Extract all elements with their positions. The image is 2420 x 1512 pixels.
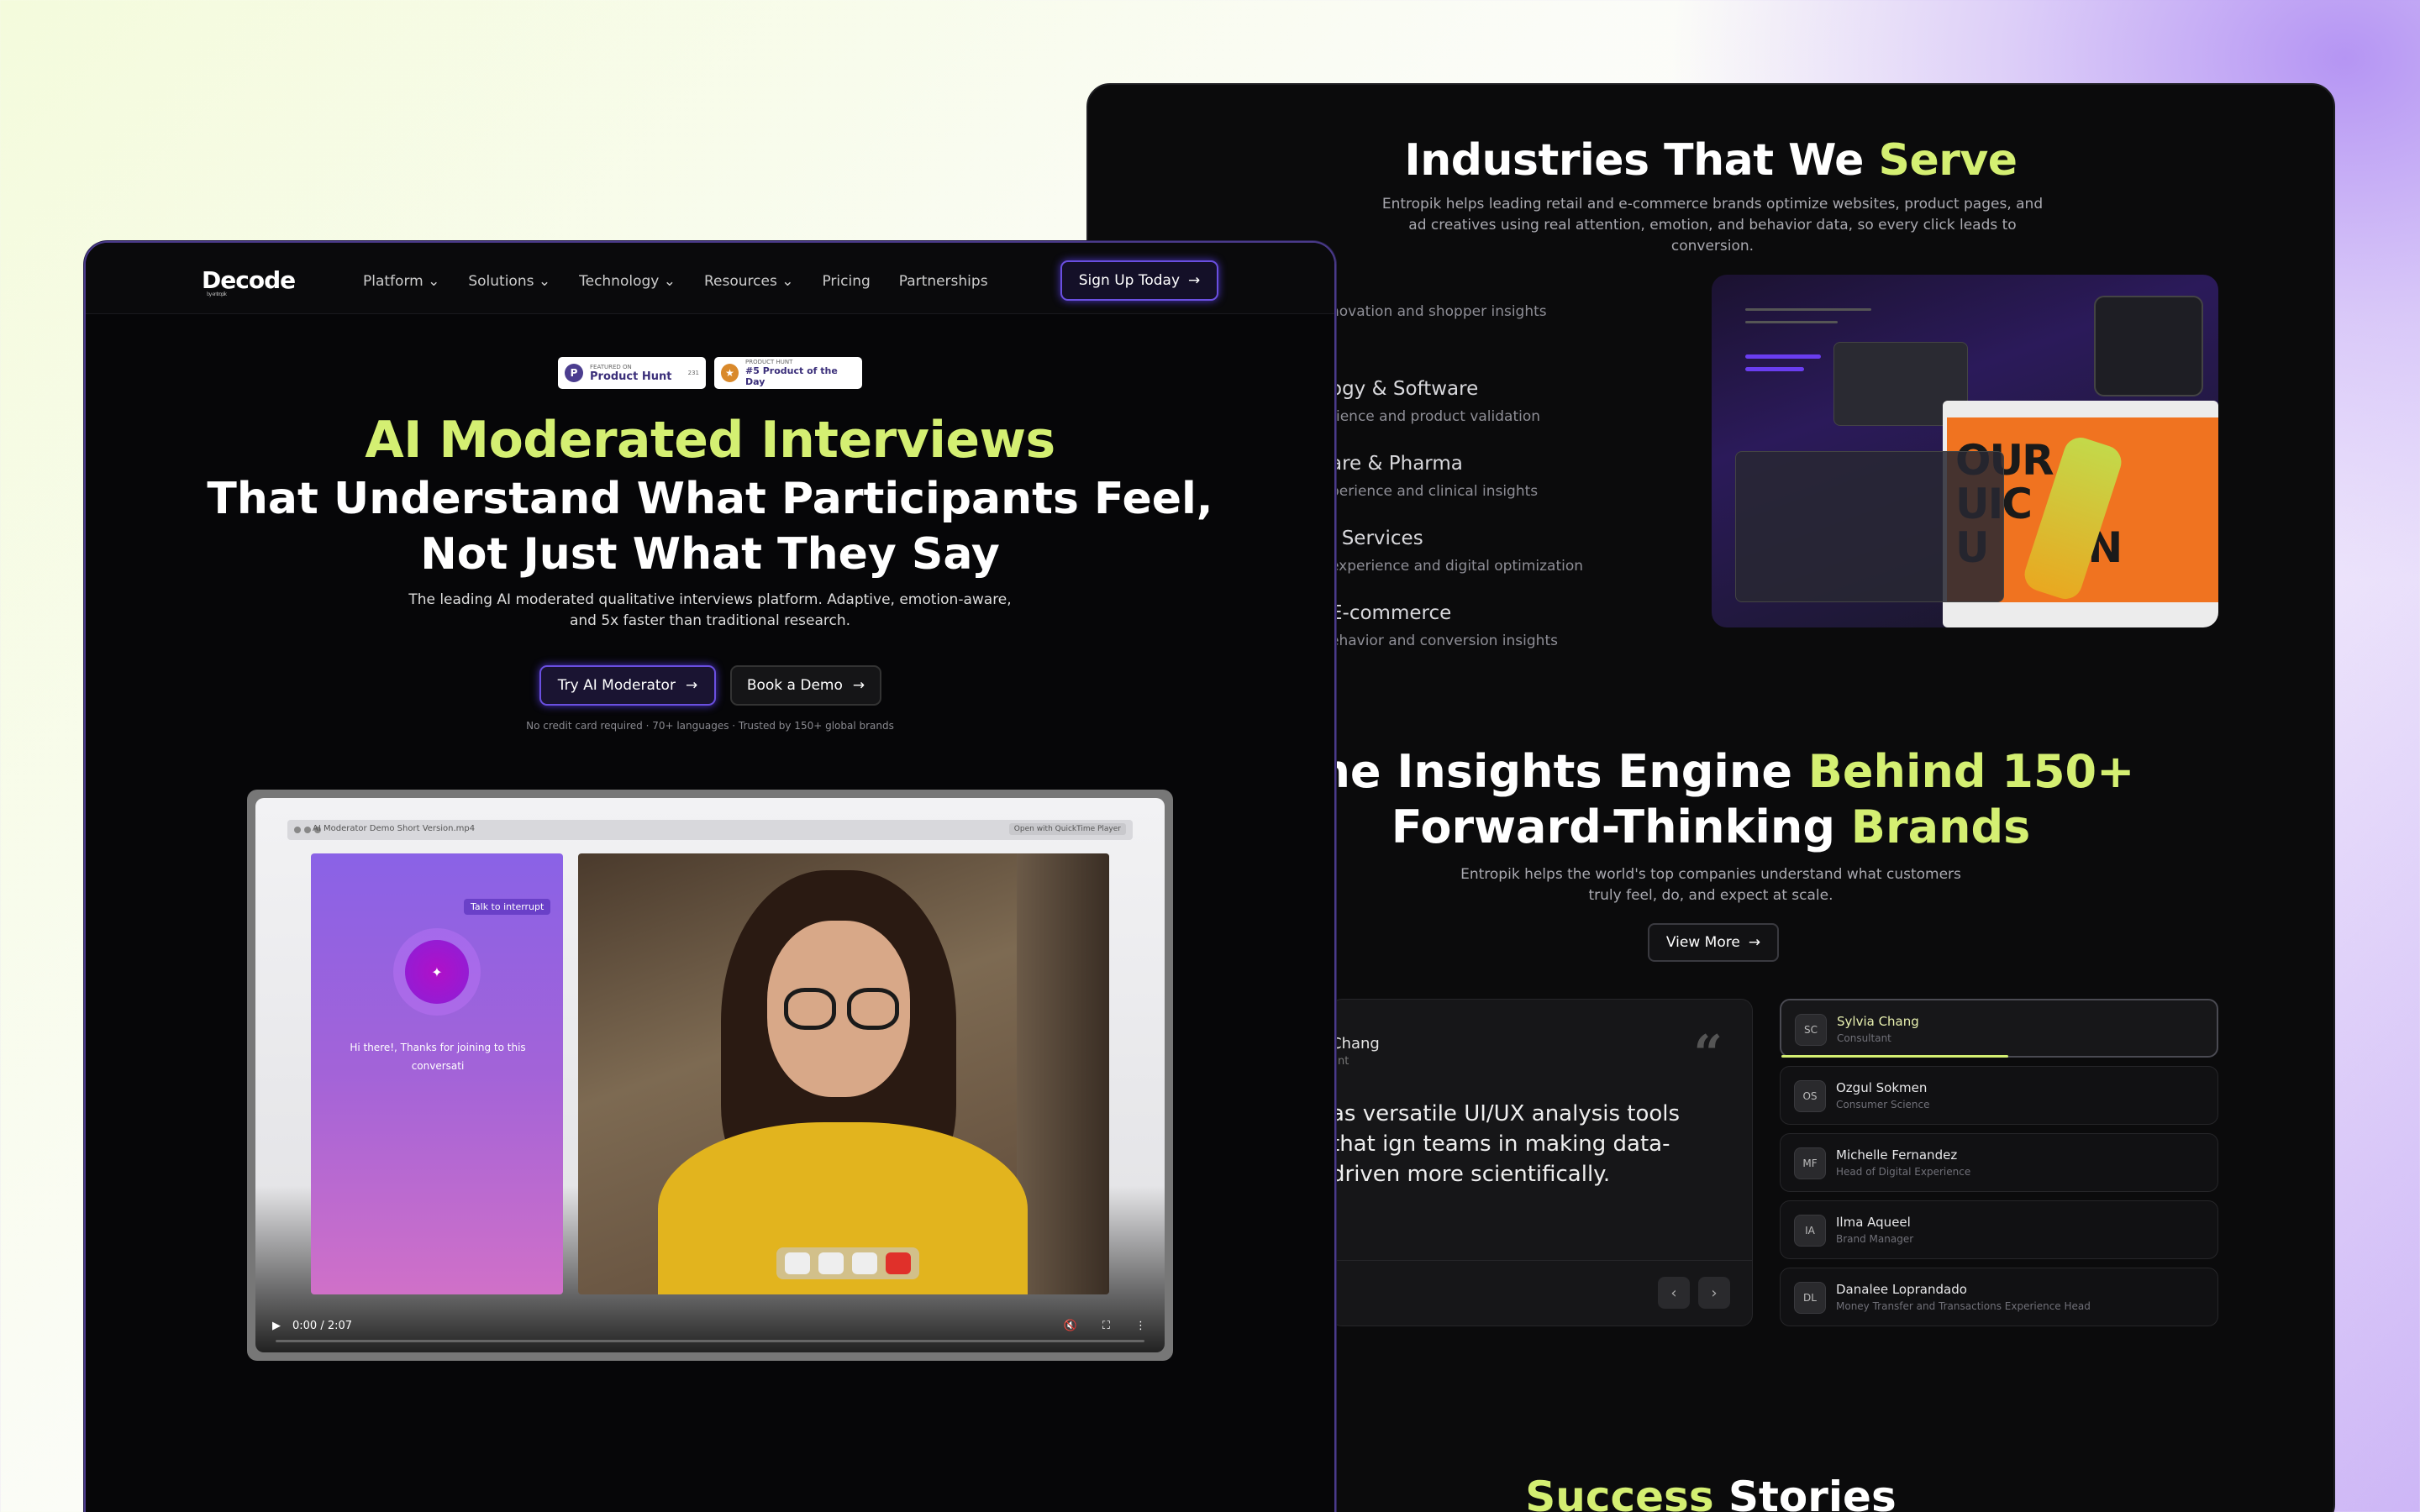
mock-bar [1745,367,1804,371]
industry-item[interactable]: ogy & Software rience and product validat… [1330,378,1583,453]
ai-moderator-panel: Talk to interrupt ✦ Hi there!, Thanks fo… [311,853,563,1294]
video-time: 0:00 / 2:07 [292,1319,353,1332]
nav-partnerships[interactable]: Partnerships [899,273,988,290]
camera-icon[interactable] [818,1252,844,1274]
industries-list: novation and shopper insights ogy & Soft… [1330,303,1583,677]
bookshelf-image [1017,853,1109,1294]
main-menu: Platform ⌄ Solutions ⌄ Technology ⌄ Reso… [363,273,1017,290]
view-more-button[interactable]: View More → [1648,923,1779,962]
medal-icon: ★ [721,364,739,382]
play-icon[interactable]: ▶ [272,1320,281,1332]
progress-bar [1781,1055,2008,1058]
industry-item[interactable]: are & Pharma perience and clinical insigh… [1330,453,1583,528]
mock-bar [1745,354,1821,359]
testimonial-name: Chang [1331,1035,1380,1053]
arrow-right-icon: → [1748,934,1761,951]
greeting-text: Hi there!, Thanks for joining to this co… [350,1042,526,1072]
testimonial-people-list: SC Sylvia Chang Consultant OS Ozgul Sokmen C… [1780,999,2218,1335]
industries-subtitle: Entropik helps leading retail and e-comm… [1381,196,2044,255]
nav-solutions[interactable]: Solutions ⌄ [468,273,550,290]
demo-video-player[interactable]: AI Moderator Demo Short Version.mp4 Open… [247,790,1173,1361]
avatar: OS [1794,1080,1826,1112]
decode-logo[interactable]: Decode by entropik [202,266,296,297]
player-controls: ▶ 0:00 / 2:07 🔇 ⛶ ⋮ [264,1317,1156,1334]
avatar: DL [1794,1282,1826,1314]
person-item[interactable]: MF Michelle Fernandez Head of Digital Expe… [1780,1133,2218,1192]
arrow-right-icon: → [852,677,865,694]
industry-item[interactable]: l Services experience and digital optimiz… [1330,528,1583,602]
prev-arrow-icon[interactable]: ‹ [1658,1277,1690,1309]
hero-headline: AI Moderated Interviews [365,411,1055,470]
sparkle-icon: ✦ [405,940,469,1004]
testimonial-card: Chang ant “ as versatile UI/UX analysis … [1330,999,1753,1326]
product-mockup-image: OUR UIC U ION [1712,275,2218,627]
mock-line [1745,321,1838,323]
microphone-icon[interactable] [852,1252,877,1274]
industry-item[interactable]: novation and shopper insights [1330,303,1583,378]
open-quicktime-button[interactable]: Open with QuickTime Player [1008,823,1126,835]
industries-title: Industries That We Serve [1404,135,2018,186]
quicktime-titlebar: AI Moderator Demo Short Version.mp4 Open… [287,820,1133,840]
hero-subheadline: That Understand What Participants Feel, N… [207,474,1213,580]
product-of-day-badge[interactable]: ★ PRODUCT HUNT #5 Product of the Day [714,357,862,389]
end-call-icon[interactable] [886,1252,911,1274]
person-item[interactable]: IA Ilma Aqueel Brand Manager [1780,1200,2218,1259]
video-title: AI Moderator Demo Short Version.mp4 [313,824,476,833]
mute-icon[interactable]: 🔇 [1064,1320,1077,1332]
nav-platform[interactable]: Platform ⌄ [363,273,439,290]
product-hunt-badge[interactable]: P FEATURED ON Product Hunt 231 [558,357,706,389]
try-ai-moderator-button[interactable]: Try AI Moderator → [539,665,716,706]
arrow-right-icon: → [1188,272,1201,289]
mock-data-table [1735,451,2004,602]
award-badges: P FEATURED ON Product Hunt 231 ★ PRODUCT … [558,357,862,389]
mock-line [1745,308,1871,311]
glasses-icon [784,988,836,1030]
next-arrow-icon[interactable]: › [1698,1277,1730,1309]
decode-landing-window: Decode by entropik Platform ⌄ Solutions ⌄… [84,241,1336,1512]
participant-video [578,853,1109,1294]
video-progress-track[interactable] [276,1340,1144,1342]
talk-to-interrupt-label[interactable]: Talk to interrupt [464,899,551,915]
quote-mark-icon: “ [1693,1025,1723,1084]
avatar: IA [1794,1215,1826,1247]
trust-note: No credit card required · 70+ languages … [526,720,894,732]
call-controls [776,1247,919,1279]
book-demo-button[interactable]: Book a Demo → [730,665,881,706]
captions-icon[interactable] [785,1252,810,1274]
person-item[interactable]: OS Ozgul Sokmen Consumer Science [1780,1066,2218,1125]
testimonial-text: as versatile UI/UX analysis tools that i… [1331,1101,1681,1187]
nav-pricing[interactable]: Pricing [822,273,870,290]
avatar: SC [1795,1014,1827,1046]
person-item[interactable]: SC Sylvia Chang Consultant [1780,999,2218,1058]
industry-item[interactable]: E-commerce ehavior and conversion insight… [1330,602,1583,677]
top-navbar: Decode by entropik Platform ⌄ Solutions ⌄… [86,243,1334,314]
fullscreen-icon[interactable]: ⛶ [1102,1320,1110,1332]
divider [1331,1260,1752,1261]
avatar: MF [1794,1147,1826,1179]
mock-phone [2094,296,2203,396]
more-icon[interactable]: ⋮ [1135,1320,1146,1332]
glasses-icon [847,988,899,1030]
sign-up-button[interactable]: Sign Up Today → [1060,260,1218,301]
hero-description: The leading AI moderated qualitative int… [408,591,1012,629]
nav-technology[interactable]: Technology ⌄ [579,273,676,290]
nav-resources[interactable]: Resources ⌄ [704,273,793,290]
arrow-right-icon: → [685,677,698,694]
product-hunt-icon: P [565,364,583,382]
person-item[interactable]: DL Danalee Loprandado Money Transfer and T… [1780,1268,2218,1326]
